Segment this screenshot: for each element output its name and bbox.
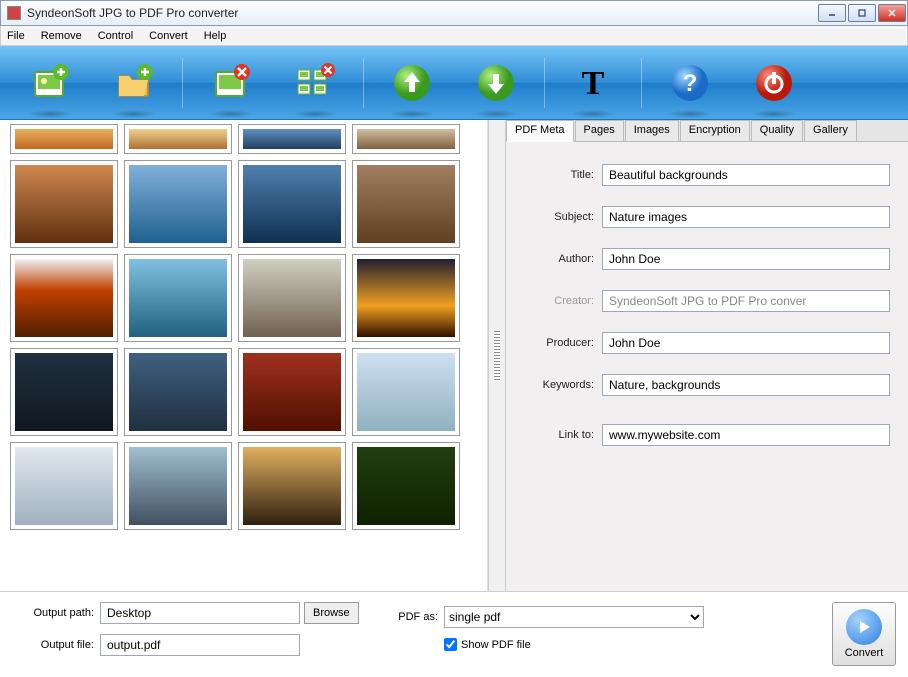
thumbnail[interactable] — [352, 124, 460, 154]
thumbnail-panel — [0, 120, 488, 591]
pdf-as-select[interactable]: single pdf — [444, 606, 704, 628]
splitter[interactable] — [488, 120, 506, 591]
tab-pdf-meta[interactable]: PDF Meta — [506, 120, 574, 142]
link-input[interactable] — [602, 424, 890, 446]
thumbnail[interactable] — [238, 348, 346, 436]
move-up-button[interactable] — [374, 54, 450, 112]
convert-button[interactable]: Convert — [832, 602, 896, 666]
menu-remove[interactable]: Remove — [41, 30, 82, 42]
thumbnail[interactable] — [10, 442, 118, 530]
subject-input[interactable] — [602, 206, 890, 228]
thumbnail[interactable] — [352, 348, 460, 436]
convert-label: Convert — [845, 647, 884, 659]
keywords-input[interactable] — [602, 374, 890, 396]
remove-image-button[interactable] — [193, 54, 269, 112]
thumbnail[interactable] — [124, 160, 232, 248]
author-label: Author: — [524, 253, 594, 265]
text-icon: T — [572, 62, 614, 104]
play-icon — [846, 609, 882, 645]
thumbnail[interactable] — [352, 254, 460, 342]
svg-text:?: ? — [683, 70, 698, 97]
author-input[interactable] — [602, 248, 890, 270]
add-folder-button[interactable] — [96, 54, 172, 112]
thumbnail[interactable] — [238, 124, 346, 154]
tab-pages[interactable]: Pages — [575, 120, 624, 141]
arrow-up-icon — [391, 62, 433, 104]
pdf-as-label: PDF as: — [382, 611, 438, 623]
pdf-meta-panel: Title: Subject: Author: Creator: Produce… — [506, 142, 908, 591]
move-down-button[interactable] — [458, 54, 534, 112]
menubar: File Remove Control Convert Help — [0, 26, 908, 46]
thumbnail[interactable] — [238, 442, 346, 530]
producer-input[interactable] — [602, 332, 890, 354]
output-file-input[interactable] — [100, 634, 300, 656]
output-file-label: Output file: — [12, 639, 94, 651]
creator-input — [602, 290, 890, 312]
thumbnail[interactable] — [124, 348, 232, 436]
tab-images[interactable]: Images — [625, 120, 679, 141]
title-label: Title: — [524, 169, 594, 181]
exit-button[interactable] — [736, 54, 812, 112]
toolbar: T ? — [0, 46, 908, 120]
show-pdf-checkbox[interactable] — [444, 638, 457, 651]
thumbnail[interactable] — [124, 254, 232, 342]
thumbnail[interactable] — [124, 124, 232, 154]
menu-convert[interactable]: Convert — [149, 30, 188, 42]
thumbnail[interactable] — [238, 254, 346, 342]
help-button[interactable]: ? — [652, 54, 728, 112]
menu-help[interactable]: Help — [204, 30, 227, 42]
add-image-icon — [29, 62, 71, 104]
show-pdf-label: Show PDF file — [461, 639, 531, 651]
producer-label: Producer: — [524, 337, 594, 349]
subject-label: Subject: — [524, 211, 594, 223]
remove-image-icon — [210, 62, 252, 104]
creator-label: Creator: — [524, 295, 594, 307]
title-input[interactable] — [602, 164, 890, 186]
tab-encryption[interactable]: Encryption — [680, 120, 750, 141]
svg-text:T: T — [582, 65, 605, 102]
thumbnail[interactable] — [10, 254, 118, 342]
titlebar: SyndeonSoft JPG to PDF Pro converter — [0, 0, 908, 26]
output-path-input[interactable] — [100, 602, 300, 624]
browse-button[interactable]: Browse — [304, 602, 359, 624]
menu-file[interactable]: File — [7, 30, 25, 42]
power-icon — [753, 62, 795, 104]
thumbnail[interactable] — [352, 442, 460, 530]
window-title: SyndeonSoft JPG to PDF Pro converter — [27, 6, 817, 20]
thumbnail[interactable] — [124, 442, 232, 530]
keywords-label: Keywords: — [524, 379, 594, 391]
add-image-button[interactable] — [12, 54, 88, 112]
thumbnail[interactable] — [10, 160, 118, 248]
text-tool-button[interactable]: T — [555, 54, 631, 112]
thumbnail[interactable] — [10, 124, 118, 154]
arrow-down-icon — [475, 62, 517, 104]
tab-gallery[interactable]: Gallery — [804, 120, 857, 141]
remove-all-button[interactable] — [277, 54, 353, 112]
tab-strip: PDF Meta Pages Images Encryption Quality… — [506, 120, 908, 142]
maximize-button[interactable] — [848, 4, 876, 22]
link-label: Link to: — [524, 429, 594, 441]
app-icon — [7, 6, 21, 20]
thumbnail[interactable] — [238, 160, 346, 248]
remove-all-icon — [294, 62, 336, 104]
menu-control[interactable]: Control — [98, 30, 133, 42]
bottom-panel: Output path: Browse Output file: PDF as:… — [0, 591, 908, 675]
output-path-label: Output path: — [12, 607, 94, 619]
thumbnail[interactable] — [10, 348, 118, 436]
help-icon: ? — [669, 62, 711, 104]
close-button[interactable] — [878, 4, 906, 22]
tab-quality[interactable]: Quality — [751, 120, 803, 141]
thumbnail[interactable] — [352, 160, 460, 248]
minimize-button[interactable] — [818, 4, 846, 22]
add-folder-icon — [113, 62, 155, 104]
